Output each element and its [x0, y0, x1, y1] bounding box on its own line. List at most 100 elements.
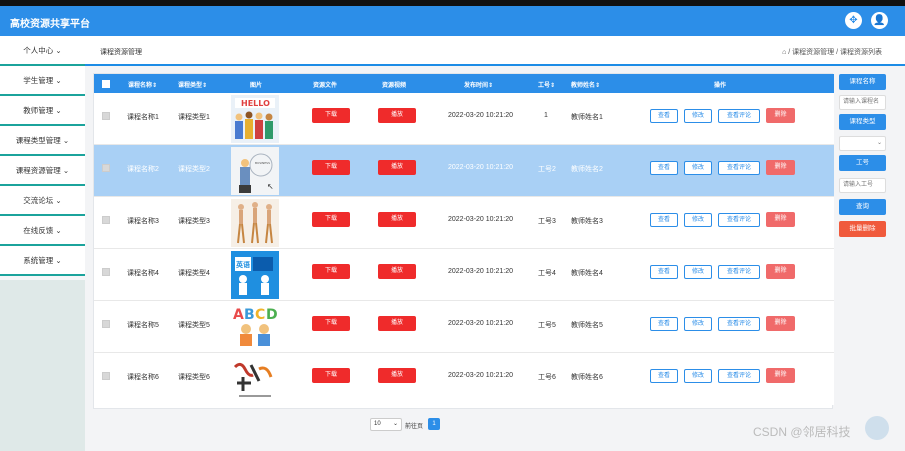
download-button[interactable]: 下载 [312, 264, 350, 279]
course-type-select[interactable]: ⌄ [839, 136, 886, 151]
edit-button[interactable]: 修改 [684, 265, 712, 279]
main-content: 课程名称⇕ 课程类型⇕ 图片 资源文件 资源视频 发布时间⇕ 工号⇕ 教师姓名⇕… [85, 66, 905, 451]
teacher-name: 教师姓名5 [571, 322, 603, 329]
publish-time: 2022-03-20 10:21:20 [448, 216, 513, 223]
course-image: HELLO [231, 95, 279, 143]
view-button[interactable]: 查看 [650, 161, 678, 175]
download-button[interactable]: 下载 [312, 212, 350, 227]
dancers-image [237, 202, 273, 244]
course-type: 课程类型6 [178, 374, 210, 381]
teacher-no: 工号2 [538, 166, 556, 173]
settings-icon[interactable]: ✥ [845, 12, 862, 29]
delete-button[interactable]: 删除 [766, 264, 795, 279]
delete-button[interactable]: 删除 [766, 212, 795, 227]
teacher-no-input[interactable]: 请输入工号 [839, 178, 886, 193]
user-avatar-icon[interactable]: 👤 [871, 12, 888, 29]
download-button[interactable]: 下载 [312, 108, 350, 123]
delete-button[interactable]: 删除 [766, 316, 795, 331]
view-comments-button[interactable]: 查看评论 [718, 213, 760, 227]
view-comments-button[interactable]: 查看评论 [718, 369, 760, 383]
course-name-input[interactable]: 请输入课程名 [839, 95, 886, 110]
table-row[interactable]: 课程名称4 课程类型4 英语 下载 播放 2022-03-20 10:21:20… [94, 249, 834, 301]
sidebar-background [0, 280, 85, 451]
page-1-button[interactable]: 1 [428, 418, 440, 430]
business-woman-image: BUSINESS ↖ [239, 153, 274, 193]
publish-time: 2022-03-20 10:21:20 [448, 372, 513, 379]
row-checkbox[interactable] [102, 216, 110, 224]
header-publish-time[interactable]: 发布时间⇕ [464, 80, 493, 89]
play-button[interactable]: 播放 [378, 212, 416, 227]
table-row[interactable]: 课程名称3 课程类型3 下载 播放 2022-03-20 10:21:20 工号… [94, 197, 834, 249]
chevron-down-icon: ⌄ [62, 166, 70, 175]
watermark: CSDN @邻居科技 [753, 425, 851, 439]
course-name: 课程名称2 [127, 166, 159, 173]
play-button[interactable]: 播放 [378, 368, 416, 383]
view-comments-button[interactable]: 查看评论 [718, 265, 760, 279]
course-image [231, 355, 279, 403]
teacher-name: 教师姓名6 [571, 374, 603, 381]
delete-button[interactable]: 删除 [766, 108, 795, 123]
row-checkbox[interactable] [102, 164, 110, 172]
edit-button[interactable]: 修改 [684, 317, 712, 331]
download-button[interactable]: 下载 [312, 316, 350, 331]
download-button[interactable]: 下载 [312, 368, 350, 383]
view-button[interactable]: 查看 [650, 109, 678, 123]
select-all-checkbox[interactable] [102, 80, 110, 88]
teacher-no: 1 [544, 112, 548, 119]
course-name-search-button[interactable]: 课程名称 [839, 74, 886, 90]
course-type-search-button[interactable]: 课程类型 [839, 114, 886, 130]
sidebar-item-students[interactable]: 学生管理 ⌄ [0, 66, 85, 96]
course-type: 课程类型2 [178, 166, 210, 173]
table-row[interactable]: 课程名称1 课程类型1 HELLO 下载 播放 2022-03-20 10:21… [94, 93, 834, 145]
play-button[interactable]: 播放 [378, 160, 416, 175]
view-button[interactable]: 查看 [650, 213, 678, 227]
header-image: 图片 [250, 83, 263, 89]
view-button[interactable]: 查看 [650, 317, 678, 331]
query-button[interactable]: 查询 [839, 199, 886, 215]
row-checkbox[interactable] [102, 268, 110, 276]
sidebar-item-teachers[interactable]: 教师管理 ⌄ [0, 96, 85, 126]
view-comments-button[interactable]: 查看评论 [718, 109, 760, 123]
chevron-down-icon: ⌄ [55, 226, 62, 235]
edit-button[interactable]: 修改 [684, 109, 712, 123]
edit-button[interactable]: 修改 [684, 369, 712, 383]
goto-page-label: 前往页 [405, 424, 424, 430]
batch-delete-button[interactable]: 批量删除 [839, 221, 886, 237]
play-button[interactable]: 播放 [378, 108, 416, 123]
edit-button[interactable]: 修改 [684, 161, 712, 175]
chevron-down-icon: ⌄ [55, 46, 62, 55]
sidebar-item-forum[interactable]: 交流论坛 ⌄ [0, 186, 85, 216]
header-course-type[interactable]: 课程类型⇕ [178, 80, 207, 89]
sidebar-item-feedback[interactable]: 在线反馈 ⌄ [0, 216, 85, 246]
view-comments-button[interactable]: 查看评论 [718, 317, 760, 331]
teacher-no-search-button[interactable]: 工号 [839, 155, 886, 171]
row-checkbox[interactable] [102, 372, 110, 380]
view-button[interactable]: 查看 [650, 265, 678, 279]
download-button[interactable]: 下载 [312, 160, 350, 175]
edit-button[interactable]: 修改 [684, 213, 712, 227]
svg-text:↖: ↖ [267, 182, 274, 191]
sidebar-item-course-types[interactable]: 课程类型管理 ⌄ [0, 126, 85, 156]
sidebar-item-personal-center[interactable]: 个人中心 ⌄ [0, 36, 85, 66]
sidebar-item-system[interactable]: 系统管理 ⌄ [0, 246, 85, 276]
play-button[interactable]: 播放 [378, 316, 416, 331]
delete-button[interactable]: 删除 [766, 368, 795, 383]
english-label: 英语 [236, 262, 250, 269]
view-button[interactable]: 查看 [650, 369, 678, 383]
delete-button[interactable]: 删除 [766, 160, 795, 175]
back-to-top-button[interactable] [865, 416, 889, 440]
table-row[interactable]: 课程名称6 课程类型6 下载 播放 2022-03-20 10:21:20 工号… [94, 353, 834, 405]
table-row[interactable]: 课程名称5 课程类型5 ABCD 下载 播放 2022-03-20 10:21:… [94, 301, 834, 353]
row-checkbox[interactable] [102, 320, 110, 328]
play-button[interactable]: 播放 [378, 264, 416, 279]
row-checkbox[interactable] [102, 112, 110, 120]
table-row[interactable]: 课程名称2 课程类型2 BUSINESS ↖ 下载 播放 2022-03-20 1… [94, 145, 834, 197]
header-teacher-name[interactable]: 教师姓名⇕ [571, 80, 600, 89]
sidebar-item-course-resources[interactable]: 课程资源管理 ⌄ [0, 156, 85, 186]
header-teacher-no[interactable]: 工号⇕ [538, 80, 555, 89]
view-comments-button[interactable]: 查看评论 [718, 161, 760, 175]
publish-time: 2022-03-20 10:21:20 [448, 268, 513, 275]
page-size-select[interactable]: 10 ⌄ [370, 418, 402, 431]
teacher-name: 教师姓名4 [571, 270, 603, 277]
header-course-name[interactable]: 课程名称⇕ [128, 80, 157, 89]
